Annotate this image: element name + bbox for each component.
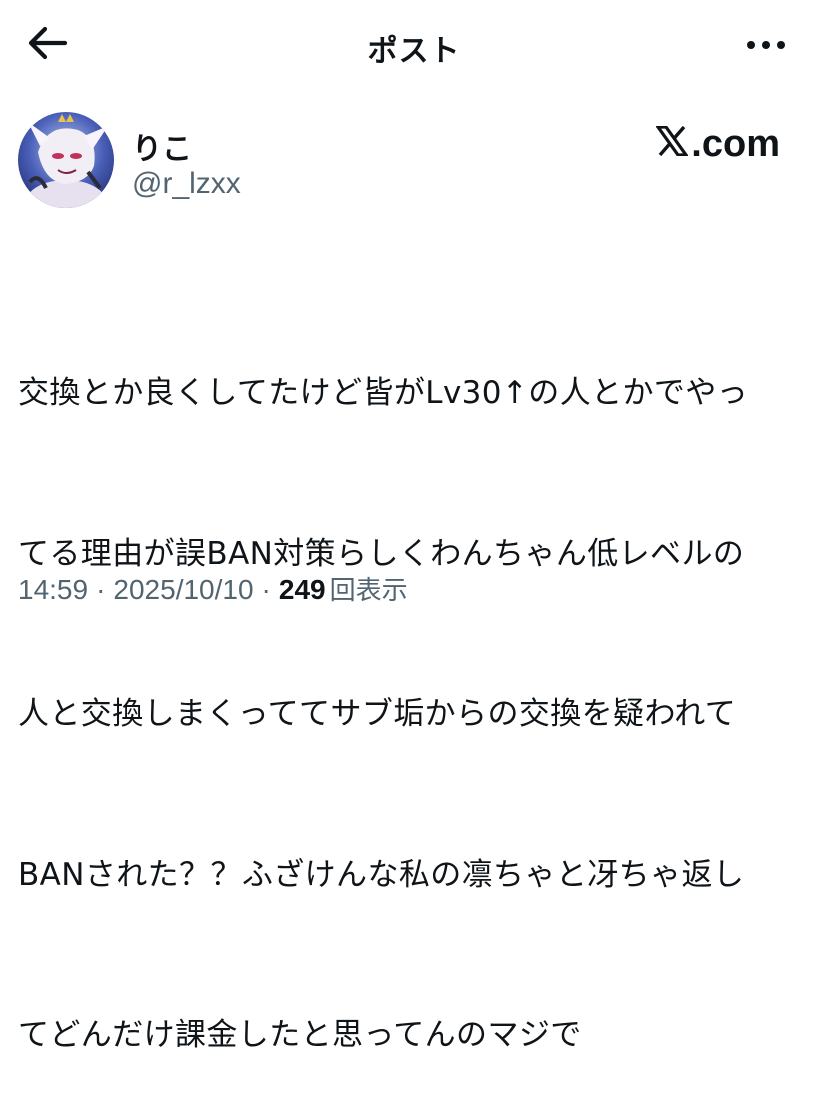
top-bar: ポスト [0, 0, 828, 92]
x-logo-icon [655, 123, 691, 166]
tweet-line: てどんだけ課金したと思ってんのマジで [18, 1017, 582, 1053]
source-link[interactable]: .com [655, 122, 780, 166]
author-row: りこ @r_lzxx .com [18, 112, 810, 212]
avatar[interactable] [18, 112, 114, 208]
tweet-meta: 14:59 · 2025/10/10 · 249 回表示 [18, 570, 408, 607]
views-label: 回表示 [329, 576, 408, 606]
user-handle[interactable]: @r_lzxx [132, 167, 241, 201]
more-dot [762, 41, 770, 49]
more-horizontal-icon [747, 41, 755, 49]
separator: · [261, 574, 271, 605]
views-count[interactable]: 249 [279, 574, 326, 606]
more-dot [777, 41, 785, 49]
page-title: ポスト [367, 34, 461, 69]
separator: · [96, 574, 106, 605]
tweet-line: 交換とか良くしてたけど皆がLv30↑の人とかでやっ [18, 375, 749, 411]
tweet-text: 交換とか良くしてたけど皆がLv30↑の人とかでやっ てる理由が誤BAN対策らしく… [18, 260, 808, 1116]
display-name[interactable]: りこ [132, 124, 192, 168]
tweet-time[interactable]: 14:59 [18, 574, 88, 606]
tweet-line: BANされた？？ふざけんな私の凛ちゃと冴ちゃ返し [18, 856, 745, 893]
tweet-line: 人と交換しまくっててサブ垢からの交換を疑われて [18, 696, 737, 732]
more-options-button[interactable] [738, 24, 794, 66]
tweet-date[interactable]: 2025/10/10 [113, 574, 253, 606]
avatar-image [18, 112, 114, 208]
source-label: .com [691, 122, 780, 165]
